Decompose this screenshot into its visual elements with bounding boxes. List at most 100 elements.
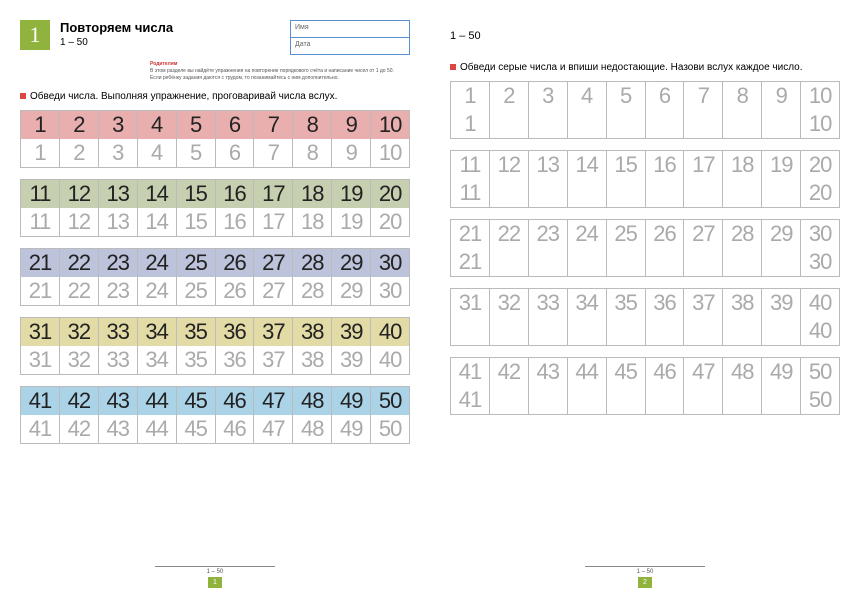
trace-cell[interactable]: 47 (254, 415, 293, 443)
trace-cell[interactable]: 13 (99, 208, 138, 236)
trace-cell[interactable]: 28 (293, 277, 332, 305)
write-cell[interactable] (490, 317, 529, 345)
trace-cell[interactable]: 16 (216, 208, 255, 236)
trace-cell[interactable]: 24 (138, 277, 177, 305)
write-cell[interactable] (529, 317, 568, 345)
write-cell[interactable] (529, 386, 568, 414)
write-cell[interactable] (568, 317, 607, 345)
trace-cell[interactable]: 29 (332, 277, 371, 305)
trace-cell[interactable]: 11 (21, 208, 60, 236)
trace-cell[interactable]: 8 (293, 139, 332, 167)
write-cell[interactable] (723, 317, 762, 345)
trace-cell[interactable]: 18 (293, 208, 332, 236)
trace-cell[interactable]: 5 (177, 139, 216, 167)
trace-cell[interactable]: 4 (138, 139, 177, 167)
trace-cell[interactable]: 49 (332, 415, 371, 443)
trace-cell[interactable]: 20 (371, 208, 409, 236)
write-cell[interactable] (762, 386, 801, 414)
write-cell[interactable] (607, 110, 646, 138)
trace-cell[interactable]: 48 (293, 415, 332, 443)
trace-cell[interactable]: 46 (216, 415, 255, 443)
trace-cell[interactable]: 17 (254, 208, 293, 236)
write-cell[interactable]: 21 (451, 248, 490, 276)
write-cell[interactable]: 10 (801, 110, 839, 138)
trace-cell[interactable]: 23 (99, 277, 138, 305)
write-cell[interactable] (723, 248, 762, 276)
trace-cell[interactable]: 40 (371, 346, 409, 374)
trace-cell[interactable]: 33 (99, 346, 138, 374)
trace-cell[interactable]: 6 (216, 139, 255, 167)
write-cell[interactable] (607, 317, 646, 345)
trace-cell[interactable]: 42 (60, 415, 99, 443)
write-cell[interactable] (762, 179, 801, 207)
trace-cell[interactable]: 25 (177, 277, 216, 305)
write-cell[interactable] (684, 179, 723, 207)
write-cell[interactable] (646, 110, 685, 138)
name-field-label[interactable]: Имя (291, 21, 409, 38)
write-cell[interactable] (607, 248, 646, 276)
write-cell[interactable] (568, 110, 607, 138)
trace-cell[interactable]: 38 (293, 346, 332, 374)
trace-cell[interactable]: 10 (371, 139, 409, 167)
write-cell[interactable] (723, 110, 762, 138)
trace-cell[interactable]: 41 (21, 415, 60, 443)
write-cell[interactable] (723, 179, 762, 207)
write-cell[interactable] (490, 386, 529, 414)
trace-cell[interactable]: 19 (332, 208, 371, 236)
write-cell[interactable] (490, 110, 529, 138)
write-cell[interactable] (762, 317, 801, 345)
trace-cell[interactable]: 30 (371, 277, 409, 305)
trace-cell[interactable]: 34 (138, 346, 177, 374)
trace-cell[interactable]: 32 (60, 346, 99, 374)
write-cell[interactable] (646, 248, 685, 276)
write-cell[interactable] (529, 248, 568, 276)
write-cell[interactable] (529, 179, 568, 207)
trace-cell[interactable]: 35 (177, 346, 216, 374)
trace-cell[interactable]: 9 (332, 139, 371, 167)
trace-cell[interactable]: 45 (177, 415, 216, 443)
write-cell[interactable] (607, 386, 646, 414)
write-cell[interactable]: 11 (451, 179, 490, 207)
write-cell[interactable] (762, 248, 801, 276)
trace-cell[interactable]: 1 (21, 139, 60, 167)
trace-cell[interactable]: 21 (21, 277, 60, 305)
write-cell[interactable] (568, 179, 607, 207)
write-cell[interactable]: 30 (801, 248, 839, 276)
trace-cell[interactable]: 37 (254, 346, 293, 374)
trace-cell[interactable]: 12 (60, 208, 99, 236)
trace-cell[interactable]: 44 (138, 415, 177, 443)
write-cell[interactable] (684, 386, 723, 414)
trace-cell[interactable]: 39 (332, 346, 371, 374)
write-cell[interactable] (684, 248, 723, 276)
write-cell[interactable]: 41 (451, 386, 490, 414)
write-cell[interactable] (568, 386, 607, 414)
trace-cell[interactable]: 36 (216, 346, 255, 374)
write-cell[interactable] (646, 386, 685, 414)
trace-cell[interactable]: 50 (371, 415, 409, 443)
trace-cell[interactable]: 26 (216, 277, 255, 305)
trace-cell[interactable]: 7 (254, 139, 293, 167)
write-cell[interactable] (646, 179, 685, 207)
trace-cell[interactable]: 14 (138, 208, 177, 236)
write-cell[interactable] (684, 317, 723, 345)
trace-cell[interactable]: 2 (60, 139, 99, 167)
write-cell[interactable]: 1 (451, 110, 490, 138)
write-cell[interactable] (490, 248, 529, 276)
write-cell[interactable] (723, 386, 762, 414)
write-cell[interactable] (568, 248, 607, 276)
write-cell[interactable] (684, 110, 723, 138)
trace-cell[interactable]: 22 (60, 277, 99, 305)
write-cell[interactable] (762, 110, 801, 138)
write-cell[interactable]: 50 (801, 386, 839, 414)
trace-cell[interactable]: 3 (99, 139, 138, 167)
write-cell[interactable] (490, 179, 529, 207)
write-cell[interactable] (646, 317, 685, 345)
trace-cell[interactable]: 43 (99, 415, 138, 443)
date-field-label[interactable]: Дата (291, 38, 409, 54)
write-cell[interactable] (451, 317, 490, 345)
trace-cell[interactable]: 31 (21, 346, 60, 374)
write-cell[interactable]: 20 (801, 179, 839, 207)
trace-cell[interactable]: 27 (254, 277, 293, 305)
write-cell[interactable] (607, 179, 646, 207)
write-cell[interactable]: 40 (801, 317, 839, 345)
